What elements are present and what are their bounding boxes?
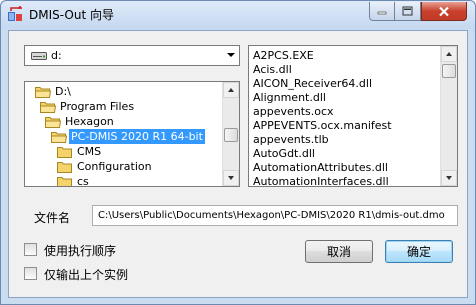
file-item[interactable]: Acis.dll bbox=[253, 62, 292, 77]
file-item[interactable]: AICON_Receiver64.dll bbox=[253, 76, 372, 91]
window-title: DMIS-Out 向导 bbox=[29, 8, 114, 22]
chevron-down-icon[interactable] bbox=[227, 53, 235, 57]
maximize-button[interactable] bbox=[395, 2, 421, 21]
file-list[interactable]: A2PCS.EXE Acis.dll AICON_Receiver64.dll … bbox=[248, 45, 458, 187]
drive-select[interactable]: d: bbox=[24, 45, 240, 66]
maximize-icon bbox=[402, 6, 413, 16]
arrow-up-icon bbox=[446, 52, 452, 56]
arrow-down-icon bbox=[228, 176, 234, 180]
arrow-up-icon bbox=[228, 88, 234, 92]
tree-item-label: Configuration bbox=[77, 160, 152, 173]
file-item[interactable]: appevents.ocx bbox=[253, 104, 334, 119]
scroll-thumb[interactable] bbox=[442, 64, 456, 78]
file-item[interactable]: appevents.tlb bbox=[253, 132, 329, 147]
folder-icon bbox=[57, 177, 72, 186]
tree-item-label: PC-DMIS 2020 R1 64-bit bbox=[69, 129, 205, 144]
close-button[interactable] bbox=[421, 2, 467, 21]
file-item[interactable]: Alignment.dll bbox=[253, 90, 326, 105]
open-folder-icon bbox=[40, 102, 56, 113]
open-folder-icon bbox=[51, 132, 67, 143]
tree-item-label: cs bbox=[77, 175, 89, 187]
file-list-scrollbar[interactable] bbox=[440, 46, 457, 186]
open-folder-icon bbox=[35, 87, 51, 98]
minimize-button[interactable] bbox=[369, 2, 395, 21]
tree-item-label: Program Files bbox=[60, 100, 135, 113]
file-item[interactable]: AutomationAttributes.dll bbox=[253, 160, 388, 175]
tree-item-label: CMS bbox=[77, 145, 102, 158]
dialog-client-area: d: D:\ Program Files Hexagon PC-DMIS 202… bbox=[8, 30, 468, 298]
open-folder-icon bbox=[45, 117, 61, 128]
minimize-icon bbox=[377, 11, 387, 15]
drive-icon bbox=[31, 52, 47, 60]
arrow-down-icon bbox=[446, 176, 452, 180]
file-item[interactable]: APPEVENTS.ocx.manifest bbox=[253, 118, 392, 133]
drive-value: d: bbox=[51, 49, 62, 62]
ok-button[interactable]: 确定 bbox=[385, 240, 453, 263]
scroll-up-button[interactable] bbox=[441, 46, 457, 62]
file-item[interactable]: AutomationInterfaces.dll bbox=[253, 174, 389, 186]
tree-scrollbar[interactable] bbox=[222, 82, 239, 186]
dmis-out-wizard-window: DMIS-Out 向导 d: D:\ Program Files Hexagon… bbox=[0, 0, 476, 305]
scroll-down-button[interactable] bbox=[223, 170, 239, 186]
folder-icon bbox=[57, 162, 72, 173]
file-item[interactable]: AutoGdt.dll bbox=[253, 146, 315, 161]
file-item[interactable]: A2PCS.EXE bbox=[253, 48, 314, 63]
scroll-up-button[interactable] bbox=[223, 82, 239, 98]
folder-tree[interactable]: D:\ Program Files Hexagon PC-DMIS 2020 R… bbox=[24, 81, 240, 187]
use-exec-order-label: 使用执行顺序 bbox=[44, 244, 117, 258]
title-bar[interactable]: DMIS-Out 向导 bbox=[1, 1, 475, 29]
cancel-button[interactable]: 取消 bbox=[305, 240, 373, 263]
filename-input[interactable]: C:\Users\Public\Documents\Hexagon\PC-DMI… bbox=[92, 205, 458, 226]
output-last-instance-label: 仅输出上个实例 bbox=[44, 268, 129, 282]
use-exec-order-checkbox[interactable] bbox=[24, 243, 37, 256]
dmis-app-icon bbox=[8, 6, 22, 21]
scroll-thumb[interactable] bbox=[224, 128, 238, 142]
tree-item-label: Hexagon bbox=[65, 115, 114, 128]
scroll-down-button[interactable] bbox=[441, 170, 457, 186]
output-last-instance-checkbox[interactable] bbox=[24, 267, 37, 280]
folder-icon bbox=[57, 147, 72, 158]
close-icon bbox=[439, 6, 449, 16]
tree-item-label: D:\ bbox=[55, 85, 71, 98]
filename-label: 文件名 bbox=[34, 211, 71, 225]
